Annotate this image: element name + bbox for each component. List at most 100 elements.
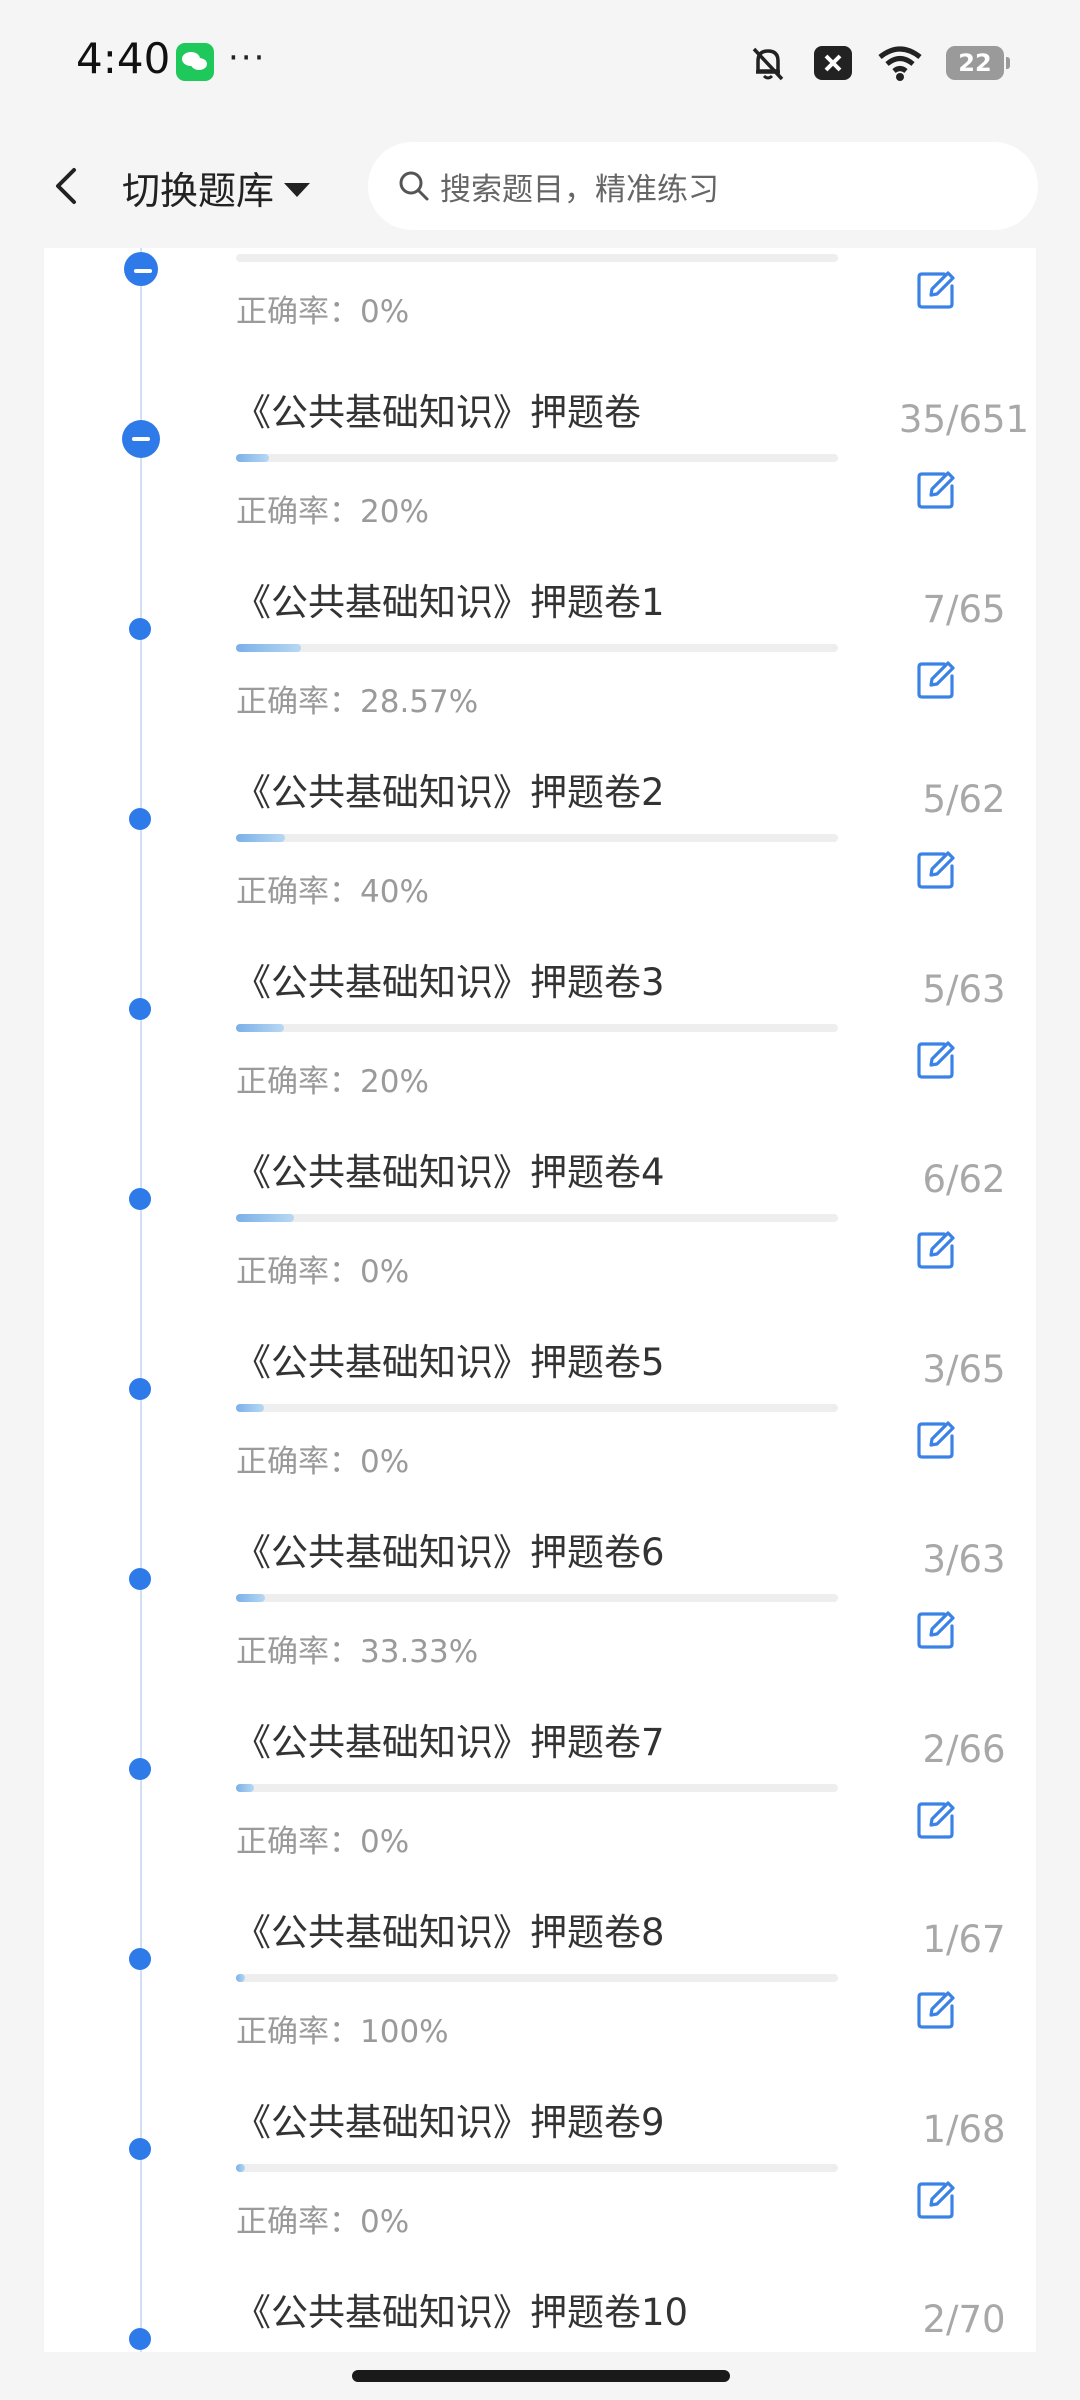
progress-count: 5/63 [922,968,1006,1011]
wifi-icon [878,46,922,81]
edit-icon[interactable] [914,658,958,702]
progress-bar [236,254,838,262]
timeline-node [129,1378,151,1400]
progress-fill [236,1974,245,1982]
status-time: 4:40 [76,34,171,83]
timeline-node [124,252,158,286]
accuracy-text: 正确率：0% [236,294,410,330]
list-item[interactable]: 《公共基础知识》押题卷5 正确率：0% 3/65 [44,1328,1036,1518]
switch-question-bank-dropdown[interactable]: 切换题库 [122,160,311,215]
progress-bar [236,1404,838,1412]
question-paper-list: 正确率：0% 《公共基础知识》押题卷 正确率：20% 35/651 《公共基础知识》押… [44,248,1036,2352]
edit-icon[interactable] [914,1038,958,1082]
progress-count: 1/67 [922,1918,1006,1961]
battery-icon: 22 [946,46,1010,80]
progress-count: 5/62 [922,778,1006,821]
accuracy-text: 正确率：0% [236,2204,410,2240]
progress-bar [236,1214,838,1222]
accuracy-text: 正确率：40% [236,874,429,910]
edit-icon[interactable] [914,1988,958,2032]
wechat-notification-icon [176,43,214,81]
progress-bar [236,1024,838,1032]
list-item[interactable]: 《公共基础知识》押题卷正确率：20% 35/651 [44,378,1036,568]
progress-fill [236,1214,294,1222]
progress-count: 3/63 [922,1538,1006,1581]
list-item[interactable]: 《公共基础知识》押题卷10 2/70 [44,2278,1036,2352]
list-item[interactable]: 《公共基础知识》押题卷9 正确率：0% 1/68 [44,2088,1036,2278]
collapse-node-icon[interactable] [122,420,160,458]
progress-fill [236,1784,254,1792]
progress-count: 1/68 [922,2108,1006,2151]
switch-bank-label: 切换题库 [122,169,275,213]
edit-icon[interactable] [914,1798,958,1842]
timeline-node [129,1948,151,1970]
list-item[interactable]: 《公共基础知识》押题卷1 正确率：28.57% 7/65 [44,568,1036,758]
progress-count: 6/62 [922,1158,1006,1201]
paper-title: 《公共基础知识》押题卷7 [234,1721,665,1764]
chevron-left-icon[interactable] [40,158,96,214]
list-item[interactable]: 《公共基础知识》押题卷6 正确率：33.33% 3/63 [44,1518,1036,1708]
list-item[interactable]: 《公共基础知识》押题卷3 正确率：20% 5/63 [44,948,1036,1138]
progress-bar [236,644,838,652]
accuracy-text: 正确率：20% [236,1064,429,1100]
accuracy-text: 正确率：0% [236,1254,410,1290]
progress-bar [236,1784,838,1792]
paper-title: 《公共基础知识》押题卷1 [234,581,665,624]
paper-title: 《公共基础知识》押题卷5 [234,1341,665,1384]
accuracy-text: 正确率：0% [236,1444,410,1480]
progress-bar [236,834,838,842]
progress-fill [236,1404,264,1412]
edit-icon[interactable] [914,1418,958,1462]
list-item[interactable]: 《公共基础知识》押题卷7 正确率：0% 2/66 [44,1708,1036,1898]
edit-icon[interactable] [914,2178,958,2222]
timeline-node [129,1758,151,1780]
timeline-node [129,2328,151,2350]
accuracy-text: 正确率：20% [236,494,429,530]
progress-count: 2/70 [922,2298,1006,2341]
progress-fill [236,1024,284,1032]
progress-count: 7/65 [922,588,1006,631]
timeline-node [129,998,151,1020]
paper-title: 《公共基础知识》押题卷2 [234,771,665,814]
paper-title: 《公共基础知识》押题卷6 [234,1531,665,1574]
progress-count: 3/65 [922,1348,1006,1391]
edit-icon[interactable] [914,1228,958,1272]
top-bar: 切换题库 搜索题目，精准练习 [0,124,1080,248]
accuracy-text: 正确率：0% [236,1824,410,1860]
timeline-node [129,618,151,640]
edit-icon[interactable] [914,468,958,512]
progress-bar [236,1974,838,1982]
more-notifications-icon: ··· [228,38,267,78]
search-input[interactable]: 搜索题目，精准练习 [368,142,1038,230]
search-icon [399,171,429,201]
progress-fill [236,834,285,842]
edit-icon[interactable] [914,268,958,312]
progress-fill [236,454,269,462]
status-bar: 4:40 ··· 22 [0,0,1080,124]
accuracy-text: 正确率：33.33% [236,1634,479,1670]
paper-title: 《公共基础知识》押题卷 [234,391,641,434]
edit-icon[interactable] [914,848,958,892]
search-placeholder: 搜索题目，精准练习 [440,171,719,208]
progress-count: 35/651 [898,398,1030,441]
paper-title: 《公共基础知识》押题卷10 [234,2291,689,2334]
home-indicator[interactable] [352,2370,730,2382]
paper-title: 《公共基础知识》押题卷3 [234,961,665,1004]
progress-fill [236,2164,245,2172]
progress-count: 2/66 [922,1728,1006,1771]
progress-bar [236,2164,838,2172]
list-item[interactable]: 《公共基础知识》押题卷4 正确率：0% 6/62 [44,1138,1036,1328]
list-item-partial[interactable]: 正确率：0% [44,248,1036,368]
progress-bar [236,1594,838,1602]
edit-icon[interactable] [914,1608,958,1652]
accuracy-text: 正确率：28.57% [236,684,479,720]
paper-title: 《公共基础知识》押题卷4 [234,1151,665,1194]
progress-fill [236,1594,265,1602]
progress-fill [236,644,301,652]
list-item[interactable]: 《公共基础知识》押题卷2 正确率：40% 5/62 [44,758,1036,948]
accuracy-text: 正确率：100% [236,2014,449,2050]
timeline-node [129,1188,151,1210]
list-item[interactable]: 《公共基础知识》押题卷8 正确率：100% 1/67 [44,1898,1036,2088]
timeline-node [129,1568,151,1590]
close-badge-icon [814,46,852,80]
